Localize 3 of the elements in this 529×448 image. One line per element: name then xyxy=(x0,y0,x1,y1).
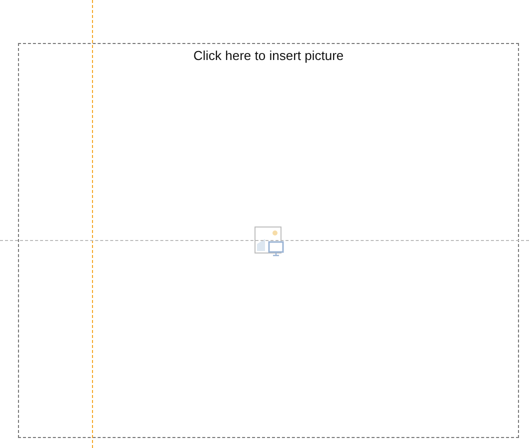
picture-placeholder[interactable]: Click here to insert picture xyxy=(18,43,519,438)
placeholder-prompt: Click here to insert picture xyxy=(193,48,344,63)
insert-picture-icon[interactable] xyxy=(254,226,285,257)
